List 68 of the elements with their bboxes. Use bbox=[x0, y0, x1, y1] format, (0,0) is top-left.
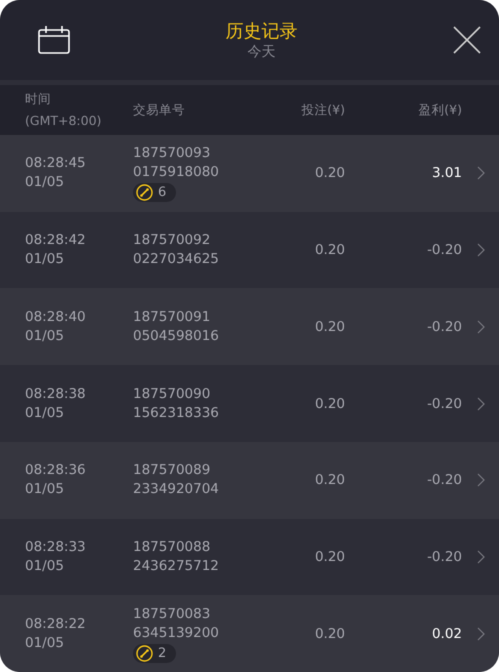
history-row[interactable]: 08:28:42 01/05 187570092 0227034625 0.20 -0.20 bbox=[0, 212, 499, 288]
order-number: 1562318336 bbox=[133, 404, 220, 423]
time-text: 08:28:33 bbox=[25, 538, 87, 557]
profit-amount: 0.02 bbox=[430, 626, 462, 642]
history-row[interactable]: 08:28:45 01/05 187570093 0175918080 6 0.20 3.01 bbox=[0, 135, 499, 212]
order-number: 187570093 bbox=[133, 144, 212, 164]
order-number: 0504598016 bbox=[133, 326, 220, 346]
column-header: 时间 bbox=[25, 90, 52, 108]
date-text: 01/05 bbox=[25, 173, 65, 192]
order-number: 0227034625 bbox=[133, 250, 220, 270]
time-text: 08:28:36 bbox=[25, 461, 87, 480]
time-text: 08:28:22 bbox=[25, 614, 87, 634]
profit-amount: -0.20 bbox=[426, 472, 462, 488]
chevron-right-icon bbox=[476, 550, 484, 564]
profit-amount: -0.20 bbox=[426, 242, 462, 258]
chevron-right-icon bbox=[476, 396, 484, 411]
bet-amount: 0.20 bbox=[314, 318, 345, 335]
date-text: 01/05 bbox=[25, 634, 65, 653]
order-number: 187570092 bbox=[133, 231, 212, 250]
column-header: 交易单号 bbox=[133, 101, 186, 119]
chevron-right-icon bbox=[476, 626, 484, 641]
time-text: 08:28:45 bbox=[25, 154, 87, 174]
link-coin-icon bbox=[136, 644, 153, 662]
panel-title: 历史记录 bbox=[226, 20, 298, 43]
bet-amount: 0.20 bbox=[314, 472, 345, 488]
bet-amount: 0.20 bbox=[314, 396, 345, 412]
profit-amount: -0.20 bbox=[426, 548, 462, 565]
order-number: 187570083 bbox=[133, 604, 212, 624]
time-text: 08:28:40 bbox=[25, 308, 87, 327]
order-number: 187570088 bbox=[133, 538, 212, 557]
badge-count: 6 bbox=[158, 185, 166, 200]
profit-amount: -0.20 bbox=[426, 396, 462, 412]
badge-count: 2 bbox=[158, 646, 166, 661]
close-icon[interactable] bbox=[453, 26, 481, 54]
bet-amount: 0.20 bbox=[314, 242, 345, 258]
date-text: 01/05 bbox=[25, 404, 65, 423]
date-text: 01/05 bbox=[25, 556, 65, 576]
order-number: 6345139200 bbox=[133, 624, 220, 643]
date-text: 01/05 bbox=[25, 250, 65, 270]
order-number: 2436275712 bbox=[133, 556, 220, 576]
time-text: 08:28:42 bbox=[25, 231, 87, 250]
chevron-right-icon bbox=[476, 473, 484, 488]
chevron-right-icon bbox=[476, 243, 484, 258]
column-header: (GMT+8:00) bbox=[25, 112, 102, 130]
order-number: 2334920704 bbox=[133, 480, 220, 500]
order-number: 187570090 bbox=[133, 384, 212, 404]
history-row[interactable]: 08:28:36 01/05 187570089 2334920704 0.20 -0.20 bbox=[0, 442, 499, 519]
calendar-icon[interactable] bbox=[38, 26, 70, 54]
bet-amount: 0.20 bbox=[314, 626, 345, 642]
date-text: 01/05 bbox=[25, 480, 65, 500]
date-text: 01/05 bbox=[25, 326, 65, 346]
bet-amount: 0.20 bbox=[314, 165, 345, 182]
date-filter-label: 今天 bbox=[248, 43, 276, 61]
profit-amount: -0.20 bbox=[426, 318, 462, 335]
order-number: 187570089 bbox=[133, 461, 212, 480]
order-number: 0175918080 bbox=[133, 163, 220, 182]
time-text: 08:28:38 bbox=[25, 384, 87, 404]
column-header: 投注(¥) bbox=[300, 101, 345, 119]
profit-amount: 3.01 bbox=[430, 165, 462, 182]
history-row[interactable]: 08:28:40 01/05 187570091 0504598016 0.20 -0.20 bbox=[0, 288, 499, 366]
column-header: 盈利(¥) bbox=[417, 101, 462, 119]
chevron-right-icon bbox=[476, 166, 484, 180]
history-row[interactable]: 08:28:33 01/05 187570088 2436275712 0.20 -0.20 bbox=[0, 518, 499, 596]
chevron-right-icon bbox=[476, 320, 484, 334]
link-coin-icon bbox=[136, 184, 153, 202]
order-number: 187570091 bbox=[133, 308, 212, 327]
history-row[interactable]: 08:28:22 01/05 187570083 6345139200 2 0.20 0.02 bbox=[0, 595, 499, 672]
bet-amount: 0.20 bbox=[314, 548, 345, 565]
